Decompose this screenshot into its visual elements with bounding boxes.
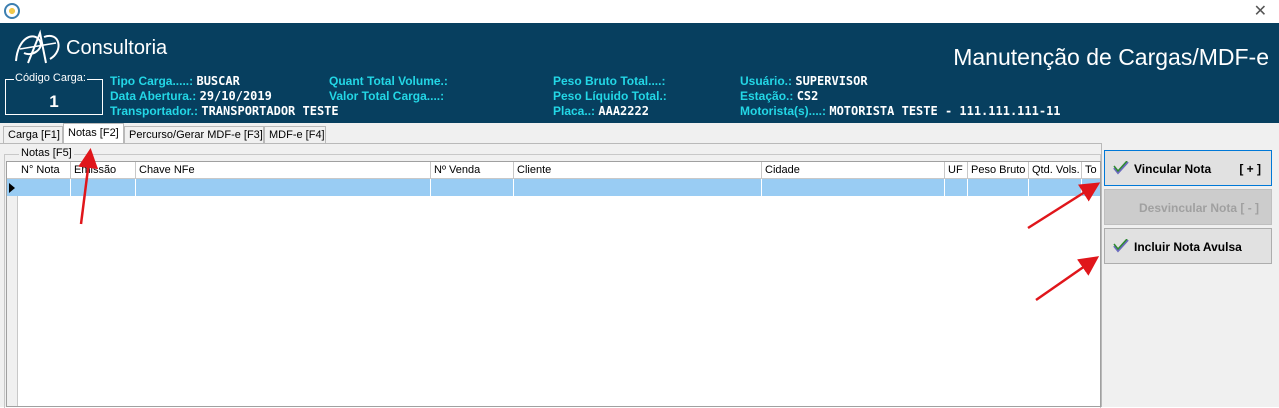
- info-transportador: Transportador.: TRANSPORTADOR TESTE: [110, 104, 339, 118]
- screen-title: Manutenção de Cargas/MDF-e: [953, 44, 1269, 70]
- grid-cell[interactable]: [431, 179, 514, 196]
- column-header[interactable]: Peso Bruto: [968, 162, 1029, 179]
- load-code-label: Código Carga:: [14, 72, 87, 84]
- column-header[interactable]: UF: [945, 162, 968, 179]
- header-banner: Consultoria Manutenção de Cargas/MDF-e C…: [0, 23, 1279, 123]
- load-code-value: 1: [49, 92, 59, 111]
- tab-notas[interactable]: Notas [F2]: [63, 123, 124, 144]
- grid-cell[interactable]: [945, 179, 968, 196]
- grid-cell[interactable]: [71, 179, 136, 196]
- column-header[interactable]: Cidade: [762, 162, 945, 179]
- info-placa: Placa..: AAA2222: [553, 104, 649, 118]
- column-header[interactable]: Nº Venda: [431, 162, 514, 179]
- tab-carga[interactable]: Carga [F1]: [3, 126, 63, 144]
- column-header[interactable]: Emissão: [71, 162, 136, 179]
- current-row-arrow-icon: [9, 183, 15, 193]
- grid-cell[interactable]: [968, 179, 1029, 196]
- check-icon: [1113, 239, 1129, 253]
- tab-strip: Carga [F1] Notas [F2] Percurso/Gerar MDF…: [0, 123, 1279, 144]
- grid-cell[interactable]: [18, 179, 71, 196]
- info-usuario: Usuário.: SUPERVISOR: [740, 74, 868, 88]
- column-header[interactable]: Cliente: [514, 162, 762, 179]
- grid-cell[interactable]: [136, 179, 431, 196]
- table-row[interactable]: [7, 179, 1100, 196]
- notes-group-label: Notas [F5]: [19, 147, 74, 159]
- include-standalone-note-label: Incluir Nota Avulsa: [1134, 240, 1242, 254]
- info-estacao: Estação.: CS2: [740, 89, 819, 103]
- info-peso-bruto: Peso Bruto Total....:: [553, 74, 666, 88]
- app-icon: [4, 3, 20, 19]
- column-header[interactable]: Qtd. Vols.: [1029, 162, 1082, 179]
- info-quant-volume: Quant Total Volume.:: [329, 74, 448, 88]
- grid-cell[interactable]: [762, 179, 945, 196]
- link-note-shortcut: [ + ]: [1239, 162, 1261, 176]
- link-note-label: Vincular Nota: [1134, 162, 1212, 176]
- include-standalone-note-button[interactable]: Incluir Nota Avulsa: [1104, 228, 1272, 264]
- link-note-button[interactable]: Vincular Nota [ + ]: [1104, 150, 1272, 186]
- load-code-box: Código Carga: 1: [5, 72, 103, 115]
- unlink-note-label: Desvincular Nota [ - ]: [1139, 201, 1260, 215]
- info-valor-carga: Valor Total Carga....:: [329, 89, 445, 103]
- column-header[interactable]: Chave NFe: [136, 162, 431, 179]
- brand-name: Consultoria: [66, 37, 168, 59]
- tab-percurso[interactable]: Percurso/Gerar MDF-e [F3]: [124, 126, 264, 144]
- notes-grid[interactable]: N° Nota Emissão Chave NFe Nº Venda Clien…: [6, 161, 1101, 407]
- tab-mdfe[interactable]: MDF-e [F4]: [264, 126, 326, 144]
- check-icon: [1113, 161, 1129, 175]
- column-header[interactable]: N° Nota: [18, 162, 71, 179]
- info-tipo-carga: Tipo Carga.....: BUSCAR: [110, 74, 240, 88]
- column-header[interactable]: To: [1082, 162, 1100, 179]
- unlink-note-button[interactable]: Desvincular Nota [ - ]: [1104, 189, 1272, 225]
- window-titlebar: ✕: [0, 0, 1279, 23]
- info-motorista: Motorista(s)....: MOTORISTA TESTE - 111.…: [740, 104, 1061, 118]
- grid-cell[interactable]: [1029, 179, 1082, 196]
- row-indicator-column: [7, 162, 18, 406]
- grid-cell[interactable]: [514, 179, 762, 196]
- close-icon[interactable]: ✕: [1254, 1, 1267, 20]
- info-data-abertura: Data Abertura.: 29/10/2019: [110, 89, 272, 103]
- company-logo-icon: [15, 29, 60, 64]
- info-peso-liquido: Peso Líquido Total.:: [553, 89, 667, 103]
- grid-header: N° Nota Emissão Chave NFe Nº Venda Clien…: [7, 162, 1100, 179]
